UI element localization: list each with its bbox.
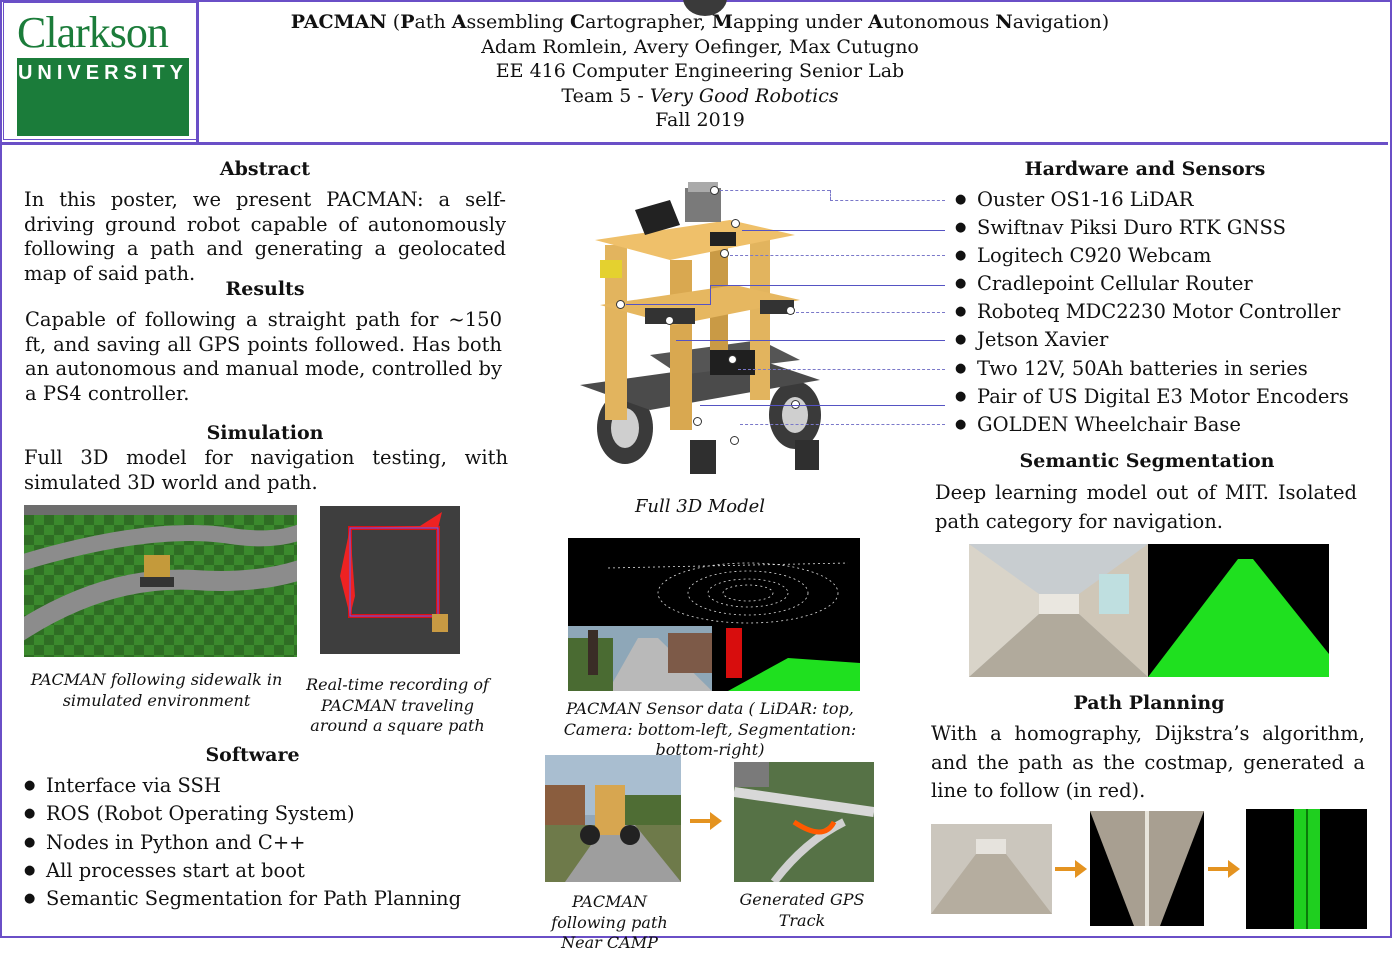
callout-line-webcam: [730, 255, 945, 256]
simulation-text: Full 3D model for navigation testing, wi…: [24, 446, 508, 494]
planning-text: With a homography, Dijkstra’s algorithm,…: [931, 722, 1365, 802]
homography-graphic: [1090, 811, 1204, 926]
simulation-world-image: [24, 505, 297, 657]
segmentation-heading: Semantic Segmentation: [1019, 450, 1275, 472]
callout-dot-base: [730, 436, 739, 445]
callout-dot-batteries: [728, 355, 737, 364]
square-path-graphic: [340, 512, 448, 632]
logo-banner: UNIVERSITY: [17, 58, 189, 136]
callout-dot-encoders: [693, 417, 702, 426]
hardware-list: Ouster OS1-16 LiDAR Swiftnav Piksi Duro …: [955, 186, 1375, 439]
team-name: Very Good Robotics: [649, 84, 839, 107]
hardware-item: Cradlepoint Cellular Router: [955, 270, 1375, 298]
model-caption: Full 3D Model: [634, 496, 766, 517]
callout-dot-router: [616, 300, 625, 309]
results-text: Capable of following a straight path for…: [25, 308, 502, 405]
hardware-item: Logitech C920 Webcam: [955, 242, 1375, 270]
planning-input-graphic: [931, 824, 1052, 914]
software-heading: Software: [205, 744, 300, 766]
hardware-item: Roboteq MDC2230 Motor Controller: [955, 298, 1375, 326]
logo-university-text: UNIVERSITY: [17, 62, 189, 84]
gps-track-image: [734, 762, 874, 882]
callout-line-base: [740, 424, 945, 425]
path-line-image: [1246, 809, 1367, 929]
hardware-item: Pair of US Digital E3 Motor Encoders: [955, 383, 1375, 411]
software-item: Nodes in Python and C++: [24, 829, 504, 858]
simulation-heading: Simulation: [206, 422, 324, 444]
camp-caption: PACMAN following path Near CAMP: [551, 892, 668, 952]
callout-line-batteries: [738, 369, 945, 370]
software-list: Interface via SSH ROS (Robot Operating S…: [24, 772, 504, 914]
hardware-item: Jetson Xavier: [955, 326, 1375, 354]
hardware-item: Ouster OS1-16 LiDAR: [955, 186, 1375, 214]
header-divider: [196, 0, 199, 142]
software-item: All processes start at boot: [24, 857, 504, 886]
planning-input-photo: [931, 824, 1052, 914]
logo-wordmark: Clarkson: [17, 8, 169, 57]
poster-header: Clarkson UNIVERSITY PACMAN (Path Assembl…: [0, 0, 1388, 145]
sensor-data-image: [568, 538, 860, 691]
square-path-image: [320, 506, 460, 654]
callout-line-router-c: [626, 304, 710, 305]
segmentation-mask: [1148, 544, 1329, 677]
title-expansion: (Path Assembling Cartographer, Mapping u…: [392, 11, 1110, 33]
planning-heading: Path Planning: [1073, 692, 1225, 714]
hallway-photo-graphic: [969, 544, 1148, 677]
callout-line-gnss: [742, 230, 945, 231]
callout-line-lidar-b: [830, 200, 945, 201]
software-item: ROS (Robot Operating System): [24, 800, 504, 829]
callout-line-jetson: [676, 340, 945, 341]
hallway-photo: [969, 544, 1148, 677]
callout-dot-webcam: [720, 249, 729, 258]
homography-image: [1090, 811, 1204, 926]
camp-photo-graphic: [545, 755, 681, 882]
results-heading: Results: [225, 278, 305, 300]
simulation-caption-left: PACMAN following sidewalk in simulated e…: [30, 670, 283, 710]
camp-to-gps-arrow: [690, 812, 722, 830]
robot-model-graphic: [580, 182, 821, 474]
callout-line-lidar-c: [830, 190, 831, 200]
gps-track-graphic: [734, 762, 874, 882]
software-item: Interface via SSH: [24, 772, 504, 801]
hardware-item: GOLDEN Wheelchair Base: [955, 411, 1375, 439]
abstract-text: In this poster, we present PACMAN: a sel…: [24, 188, 506, 285]
simulation-world-graphic: [24, 505, 297, 657]
callout-line-lidar: [720, 190, 830, 191]
callout-dot-lidar: [710, 186, 719, 195]
title-acronym: PACMAN: [290, 11, 387, 33]
callout-line-motor-controller: [796, 312, 945, 313]
callout-line-encoders: [700, 405, 945, 406]
term: Fall 2019: [655, 109, 745, 132]
sensor-caption: PACMAN Sensor data ( LiDAR: top, Camera:…: [563, 699, 857, 759]
simulation-caption-right: Real-time recording of PACMAN traveling …: [306, 675, 489, 735]
planning-arrow-2: [1208, 860, 1240, 878]
path-line-graphic: [1294, 809, 1320, 929]
abstract-heading: Abstract: [219, 158, 311, 180]
callout-line-router: [710, 285, 945, 286]
callout-dot-motor-controller: [786, 306, 795, 315]
team-prefix: Team 5 -: [561, 84, 650, 107]
clarkson-logo: Clarkson UNIVERSITY: [3, 2, 197, 140]
hardware-item: Two 12V, 50Ah batteries in series: [955, 355, 1375, 383]
team: Team 5 - Very Good Robotics: [200, 84, 1200, 109]
hardware-heading: Hardware and Sensors: [1024, 158, 1266, 180]
callout-dot-jetson: [665, 316, 674, 325]
hardware-item: Swiftnav Piksi Duro RTK GNSS: [955, 214, 1375, 242]
title-block: PACMAN (Path Assembling Cartographer, Ma…: [200, 10, 1200, 133]
segmentation-mask-graphic: [1148, 559, 1329, 677]
software-item: Semantic Segmentation for Path Planning: [24, 885, 504, 914]
callout-dot-gnss: [731, 219, 740, 228]
course: EE 416 Computer Engineering Senior Lab: [495, 60, 905, 83]
gps-caption: Generated GPS Track: [739, 890, 865, 930]
authors: Adam Romlein, Avery Oefinger, Max Cutugn…: [481, 35, 919, 58]
segmentation-text: Deep learning model out of MIT. Isolated…: [935, 481, 1357, 533]
camp-photo: [545, 755, 681, 882]
robot-3d-model: [560, 170, 860, 495]
callout-line-router-b: [710, 285, 711, 305]
sensor-data-graphic: [568, 538, 860, 691]
planning-arrow-1: [1055, 860, 1087, 878]
